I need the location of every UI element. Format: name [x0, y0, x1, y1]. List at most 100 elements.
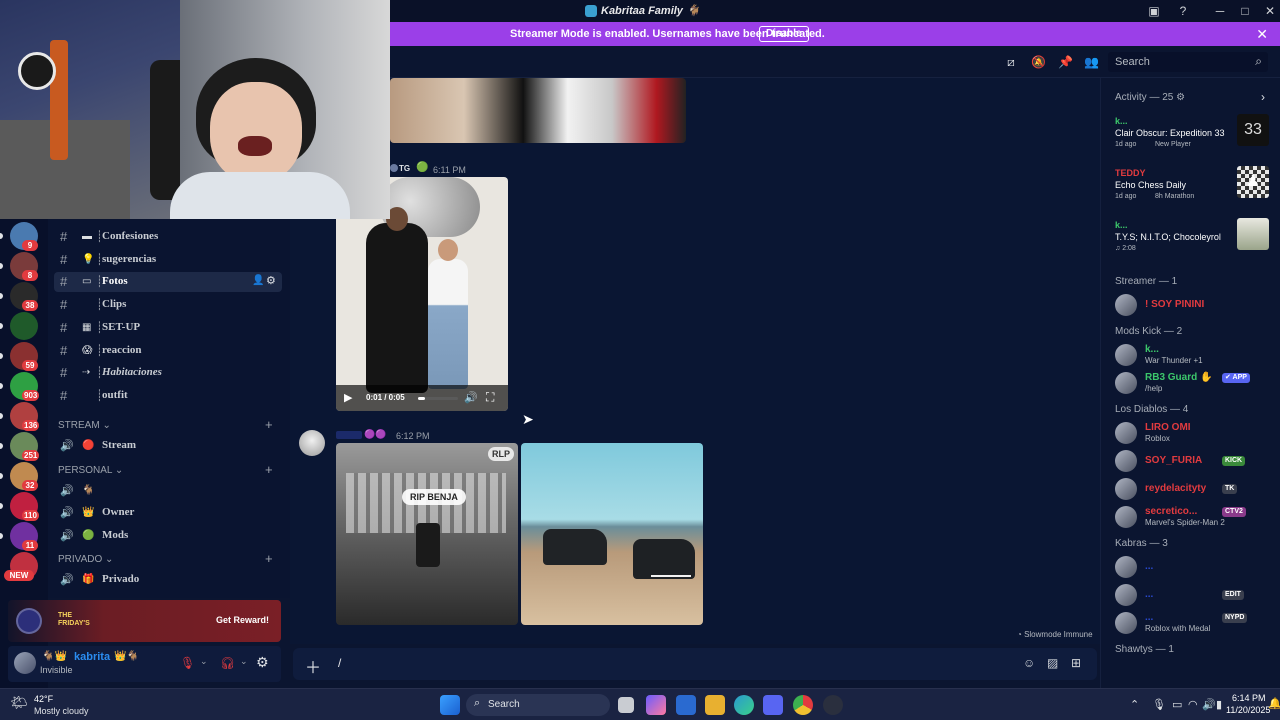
activity-card[interactable]: k... Clair Obscur: Expedition 33 1d ago New…: [1115, 114, 1271, 160]
member-row[interactable]: LIRO OMI Roblox: [1115, 420, 1275, 446]
clock-date[interactable]: 11/20/2025: [1226, 705, 1270, 715]
image-icon[interactable]: ▨: [1047, 656, 1058, 670]
avatar[interactable]: [1115, 556, 1137, 578]
avatar[interactable]: [1115, 506, 1137, 528]
notification-bell-muted-icon[interactable]: 🔕: [1031, 55, 1046, 69]
member-row[interactable]: SOY_FURIA KICK: [1115, 448, 1275, 474]
inbox-icon[interactable]: ▣: [1146, 3, 1162, 19]
image-attachment[interactable]: [390, 78, 686, 143]
windows-start-icon[interactable]: [440, 695, 460, 715]
minimize-button[interactable]: ─: [1212, 3, 1228, 19]
channel-clips[interactable]: # ┊ Clips: [54, 295, 282, 315]
avatar[interactable]: [299, 430, 325, 456]
avatar[interactable]: [1115, 372, 1137, 394]
task-view-icon[interactable]: [618, 697, 634, 713]
voice-channel[interactable]: 🔊 🐐: [54, 481, 282, 501]
activity-card[interactable]: k... T.Y.S; N.I.T.O; Chocoleyrol ♫ 2:08: [1115, 218, 1271, 264]
play-icon[interactable]: ▶: [344, 391, 352, 404]
outlook-icon[interactable]: [676, 695, 696, 715]
chevron-down-icon[interactable]: ⌄: [240, 656, 248, 667]
channel-sugerencias[interactable]: # 💡 ┊ sugerencias: [54, 250, 282, 270]
channel-set-up[interactable]: # ▦ ┊ SET-UP: [54, 318, 282, 338]
tray-chevron-icon[interactable]: ⌃: [1130, 698, 1139, 711]
member-row[interactable]: ... EDIT: [1115, 582, 1275, 608]
display-icon[interactable]: ▭: [1172, 698, 1182, 711]
member-row[interactable]: ! SOY PININI: [1115, 292, 1275, 318]
truncated-username[interactable]: [336, 431, 362, 439]
image-attachment[interactable]: RIP BENJA RLP: [336, 443, 518, 625]
create-channel-button[interactable]: +: [265, 551, 273, 566]
close-icon[interactable]: ✕: [1256, 26, 1268, 43]
voice-channel[interactable]: 🔊 🎁 Privado: [54, 570, 282, 590]
file-explorer-icon[interactable]: [705, 695, 725, 715]
avatar[interactable]: [1115, 450, 1137, 472]
apps-icon[interactable]: ⊞: [1071, 656, 1081, 670]
voice-channel[interactable]: 🔊 🔴 Stream: [54, 436, 282, 456]
battery-icon[interactable]: ▮: [1216, 698, 1222, 711]
clock-time[interactable]: 6:14 PM: [1232, 693, 1266, 703]
promo-banner[interactable]: THE FRIDAY'S Get Reward!: [8, 600, 281, 642]
message-composer[interactable]: ＋ / ☺ ▨ ⊞: [293, 648, 1097, 680]
chrome-icon[interactable]: [793, 695, 813, 715]
search-input[interactable]: Search ⌕: [1108, 52, 1268, 72]
add-attachment-button[interactable]: ＋: [305, 654, 321, 678]
video-progress-track[interactable]: [418, 397, 458, 400]
member-row[interactable]: secretico... CTV2 Marvel's Spider-Man 2: [1115, 504, 1275, 530]
avatar[interactable]: [1115, 584, 1137, 606]
chevron-down-icon[interactable]: ⌄: [200, 656, 208, 667]
settings-gear-icon[interactable]: ⚙: [266, 274, 276, 287]
image-attachment[interactable]: [521, 443, 703, 625]
help-icon[interactable]: ?: [1175, 3, 1191, 19]
volume-icon[interactable]: 🔊: [464, 391, 478, 404]
maximize-button[interactable]: □: [1237, 3, 1253, 19]
wifi-icon[interactable]: ◠: [1188, 698, 1198, 711]
avatar[interactable]: [390, 164, 398, 172]
composer-input[interactable]: /: [338, 656, 341, 670]
avatar[interactable]: [1115, 344, 1137, 366]
member-list-icon[interactable]: 👥: [1084, 55, 1099, 69]
taskbar-search[interactable]: ⌕ Search: [466, 694, 610, 716]
member-row[interactable]: RB3 Guard ✋ ✔ APP/help: [1115, 370, 1275, 396]
channel-outfit[interactable]: # ┊ outfit: [54, 386, 282, 406]
channel-habitaciones[interactable]: # ⇢ ┊ Habitaciones: [54, 363, 282, 383]
settings-gear-icon[interactable]: ⚙: [1173, 92, 1185, 103]
voice-channel[interactable]: 🔊 🟢 Mods: [54, 526, 282, 546]
obs-icon[interactable]: [823, 695, 843, 715]
avatar[interactable]: [1115, 422, 1137, 444]
notification-icon[interactable]: 🔔: [1268, 697, 1280, 710]
volume-icon[interactable]: 🔊: [1202, 698, 1216, 711]
category-stream[interactable]: STREAM ⌄ +: [58, 417, 274, 432]
server-icon[interactable]: [10, 312, 38, 340]
activity-card[interactable]: TEDDY Echo Chess Daily 1d ago 8h Marathon ♟: [1115, 166, 1271, 212]
member-row[interactable]: ...: [1115, 554, 1275, 580]
channel-reaccion[interactable]: # 😱 ┊ reaccion: [54, 341, 282, 361]
threads-icon[interactable]: ⧄: [1004, 55, 1018, 69]
deafen-icon[interactable]: 🎧︎: [220, 656, 235, 670]
channel-confesiones[interactable]: # ▬ ┊ Confesiones: [54, 227, 282, 247]
edge-icon[interactable]: [734, 695, 754, 715]
mic-icon[interactable]: 🎙︎: [1152, 698, 1166, 711]
chevron-right-icon[interactable]: ›: [1261, 90, 1265, 104]
copilot-icon[interactable]: [646, 695, 666, 715]
disable-button[interactable]: Disable: [759, 26, 809, 42]
avatar[interactable]: [1115, 294, 1137, 316]
avatar[interactable]: [1115, 478, 1137, 500]
gift-icon[interactable]: ☺: [1023, 656, 1035, 670]
settings-gear-icon[interactable]: ⚙: [256, 654, 269, 671]
pin-icon[interactable]: 📌: [1058, 55, 1073, 69]
avatar[interactable]: [14, 652, 36, 674]
category-privado[interactable]: PRIVADO ⌄ +: [58, 551, 274, 566]
avatar[interactable]: [1115, 612, 1137, 634]
member-row[interactable]: reydelacityty TK: [1115, 476, 1275, 502]
activity-header[interactable]: Activity — 25 ⚙: [1115, 92, 1185, 103]
category-personal[interactable]: PERSONAL ⌄ +: [58, 462, 274, 477]
member-row[interactable]: ... NYPD Roblox with Medal: [1115, 610, 1275, 636]
get-reward-button[interactable]: Get Reward!: [216, 615, 269, 625]
close-button[interactable]: ✕: [1262, 3, 1278, 19]
invite-icon[interactable]: 👤: [252, 275, 264, 286]
fullscreen-icon[interactable]: ⛶: [486, 390, 494, 405]
voice-channel[interactable]: 🔊 👑 Owner: [54, 503, 282, 523]
member-row[interactable]: k... War Thunder +1: [1115, 342, 1275, 368]
create-channel-button[interactable]: +: [265, 462, 273, 477]
create-channel-button[interactable]: +: [265, 417, 273, 432]
